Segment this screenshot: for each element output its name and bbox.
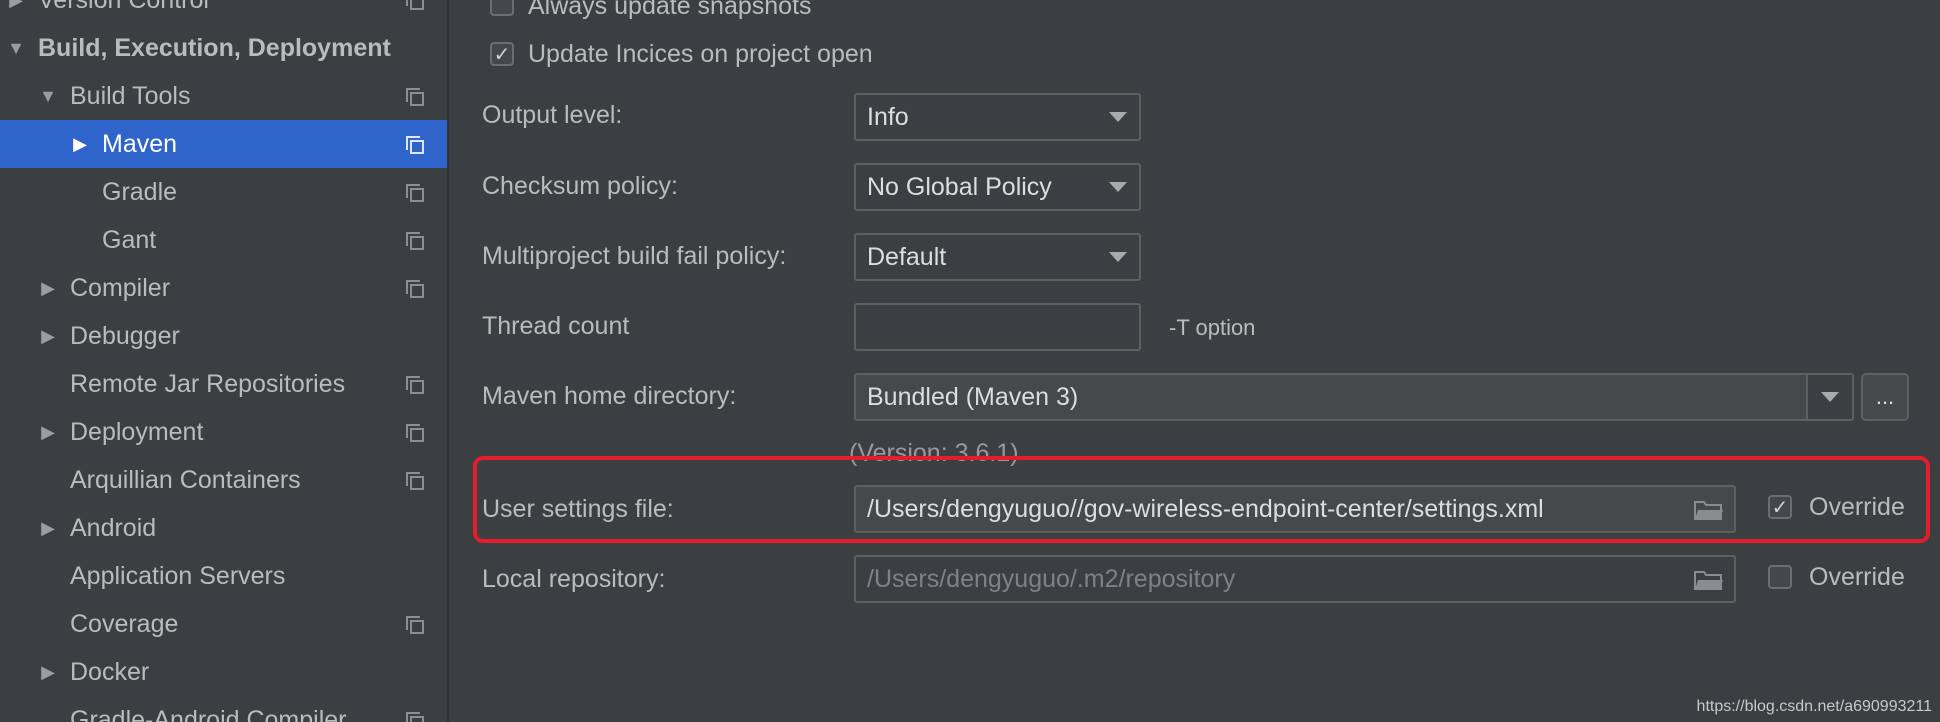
project-scope-icon bbox=[406, 376, 424, 394]
sidebar-item-label: Version Control bbox=[38, 0, 209, 14]
chevron-right-icon[interactable]: ▶ bbox=[38, 662, 58, 682]
project-scope-icon bbox=[406, 0, 424, 10]
chevron-right-icon[interactable]: ▶ bbox=[70, 134, 90, 154]
chevron-right-icon[interactable]: ▶ bbox=[6, 0, 26, 10]
sidebar-item-application-servers[interactable]: Application Servers bbox=[0, 552, 447, 600]
sidebar-item-maven[interactable]: ▶ Maven bbox=[0, 120, 447, 168]
sidebar-item-label: Gradle bbox=[102, 178, 178, 206]
update-indices-label: Update Incices on project open bbox=[528, 40, 873, 68]
project-scope-icon bbox=[406, 616, 424, 634]
checksum-policy-dropdown[interactable]: No Global Policy bbox=[854, 163, 1141, 211]
sidebar-item-build-tools[interactable]: ▼ Build Tools bbox=[0, 72, 447, 120]
chevron-down-icon bbox=[1109, 182, 1127, 192]
sidebar-item-compiler[interactable]: ▶ Compiler bbox=[0, 264, 447, 312]
project-scope-icon bbox=[406, 232, 424, 250]
chevron-down-icon[interactable]: ▼ bbox=[38, 86, 58, 106]
checksum-policy-label: Checksum policy: bbox=[482, 172, 678, 200]
project-scope-icon bbox=[406, 136, 424, 154]
project-scope-icon bbox=[406, 280, 424, 298]
local-repo-override-checkbox[interactable] bbox=[1768, 565, 1792, 589]
project-scope-icon bbox=[406, 472, 424, 490]
sidebar-item-debugger[interactable]: ▶ Debugger bbox=[0, 312, 447, 360]
sidebar-item-deployment[interactable]: ▶ Deployment bbox=[0, 408, 447, 456]
always-update-snapshots-label: Always update snapshots bbox=[528, 0, 812, 20]
project-scope-icon bbox=[406, 88, 424, 106]
output-level-label: Output level: bbox=[482, 101, 623, 129]
project-scope-icon bbox=[406, 184, 424, 202]
thread-count-label: Thread count bbox=[482, 312, 630, 340]
sidebar-item-label: Deployment bbox=[70, 418, 204, 446]
chevron-right-icon[interactable]: ▶ bbox=[38, 326, 58, 346]
maven-home-value: Bundled (Maven 3) bbox=[867, 383, 1079, 411]
sidebar-item-arquillian-containers[interactable]: Arquillian Containers bbox=[0, 456, 447, 504]
checkmark-icon: ✓ bbox=[493, 43, 511, 66]
sidebar-item-label: Arquillian Containers bbox=[70, 466, 301, 494]
local-repo-override-label: Override bbox=[1809, 563, 1905, 591]
sidebar-item-label: Debugger bbox=[70, 322, 180, 350]
sidebar-item-label: Build, Execution, Deployment bbox=[38, 34, 391, 62]
sidebar-item-label: Application Servers bbox=[70, 562, 286, 590]
sidebar-item-label: Docker bbox=[70, 658, 150, 686]
project-scope-icon bbox=[406, 424, 424, 442]
folder-icon[interactable] bbox=[1694, 569, 1724, 591]
sidebar-item-build-execution-deployment[interactable]: ▼ Build, Execution, Deployment bbox=[0, 24, 447, 72]
update-indices-checkbox[interactable]: ✓ bbox=[490, 42, 514, 66]
maven-settings-panel: Always update snapshots ✓ Update Incices… bbox=[449, 0, 1940, 722]
chevron-down-icon[interactable]: ▼ bbox=[6, 38, 26, 58]
sidebar-item-label: Remote Jar Repositories bbox=[70, 370, 346, 398]
sidebar-item-remote-jar-repositories[interactable]: Remote Jar Repositories bbox=[0, 360, 447, 408]
chevron-down-icon bbox=[1821, 392, 1839, 402]
always-update-snapshots-checkbox[interactable] bbox=[490, 0, 514, 16]
output-level-dropdown[interactable]: Info bbox=[854, 93, 1141, 141]
sidebar-item-android[interactable]: ▶ Android bbox=[0, 504, 447, 552]
multiproject-fail-policy-value: Default bbox=[867, 242, 947, 271]
watermark-text: https://blog.csdn.net/a690993211 bbox=[1696, 698, 1932, 715]
sidebar-item-label: Gant bbox=[102, 226, 157, 254]
sidebar-item-label: Build Tools bbox=[70, 82, 191, 110]
checksum-policy-value: No Global Policy bbox=[867, 172, 1052, 201]
chevron-right-icon[interactable]: ▶ bbox=[38, 278, 58, 298]
maven-home-dropdown-button[interactable] bbox=[1806, 375, 1852, 419]
annotation-highlight-box bbox=[473, 456, 1930, 543]
local-repo-value: /Users/dengyuguo/.m2/repository bbox=[867, 565, 1236, 593]
multiproject-fail-policy-label: Multiproject build fail policy: bbox=[482, 242, 787, 270]
local-repo-label: Local repository: bbox=[482, 565, 666, 593]
chevron-right-icon[interactable]: ▶ bbox=[38, 518, 58, 538]
chevron-down-icon bbox=[1109, 112, 1127, 122]
sidebar-item-gradle-android-compiler[interactable]: Gradle-Android Compiler bbox=[0, 696, 447, 722]
sidebar-item-label: Coverage bbox=[70, 610, 179, 638]
maven-home-combobox[interactable]: Bundled (Maven 3) bbox=[854, 373, 1854, 421]
sidebar-item-version-control[interactable]: ▶ Version Control bbox=[0, 0, 447, 24]
output-level-value: Info bbox=[867, 102, 909, 131]
browse-label: ... bbox=[1875, 384, 1895, 409]
sidebar-item-gradle[interactable]: Gradle bbox=[0, 168, 447, 216]
maven-home-label: Maven home directory: bbox=[482, 382, 737, 410]
chevron-right-icon[interactable]: ▶ bbox=[38, 422, 58, 442]
project-scope-icon bbox=[406, 712, 424, 722]
sidebar-item-label: Maven bbox=[102, 130, 178, 158]
chevron-down-icon bbox=[1109, 252, 1127, 262]
sidebar-item-label: Gradle-Android Compiler bbox=[70, 706, 347, 722]
sidebar-item-label: Android bbox=[70, 514, 157, 542]
sidebar-item-label: Compiler bbox=[70, 274, 171, 302]
multiproject-fail-policy-dropdown[interactable]: Default bbox=[854, 233, 1141, 281]
sidebar-item-coverage[interactable]: Coverage bbox=[0, 600, 447, 648]
local-repo-input[interactable]: /Users/dengyuguo/.m2/repository bbox=[854, 555, 1736, 603]
thread-count-input[interactable] bbox=[854, 303, 1141, 351]
settings-tree: ▶ Version Control ▼ Build, Execution, Deplo… bbox=[0, 0, 449, 722]
sidebar-item-gant[interactable]: Gant bbox=[0, 216, 447, 264]
maven-home-browse-button[interactable]: ... bbox=[1861, 373, 1909, 421]
thread-count-hint: -T option bbox=[1169, 315, 1256, 340]
sidebar-item-docker[interactable]: ▶ Docker bbox=[0, 648, 447, 696]
